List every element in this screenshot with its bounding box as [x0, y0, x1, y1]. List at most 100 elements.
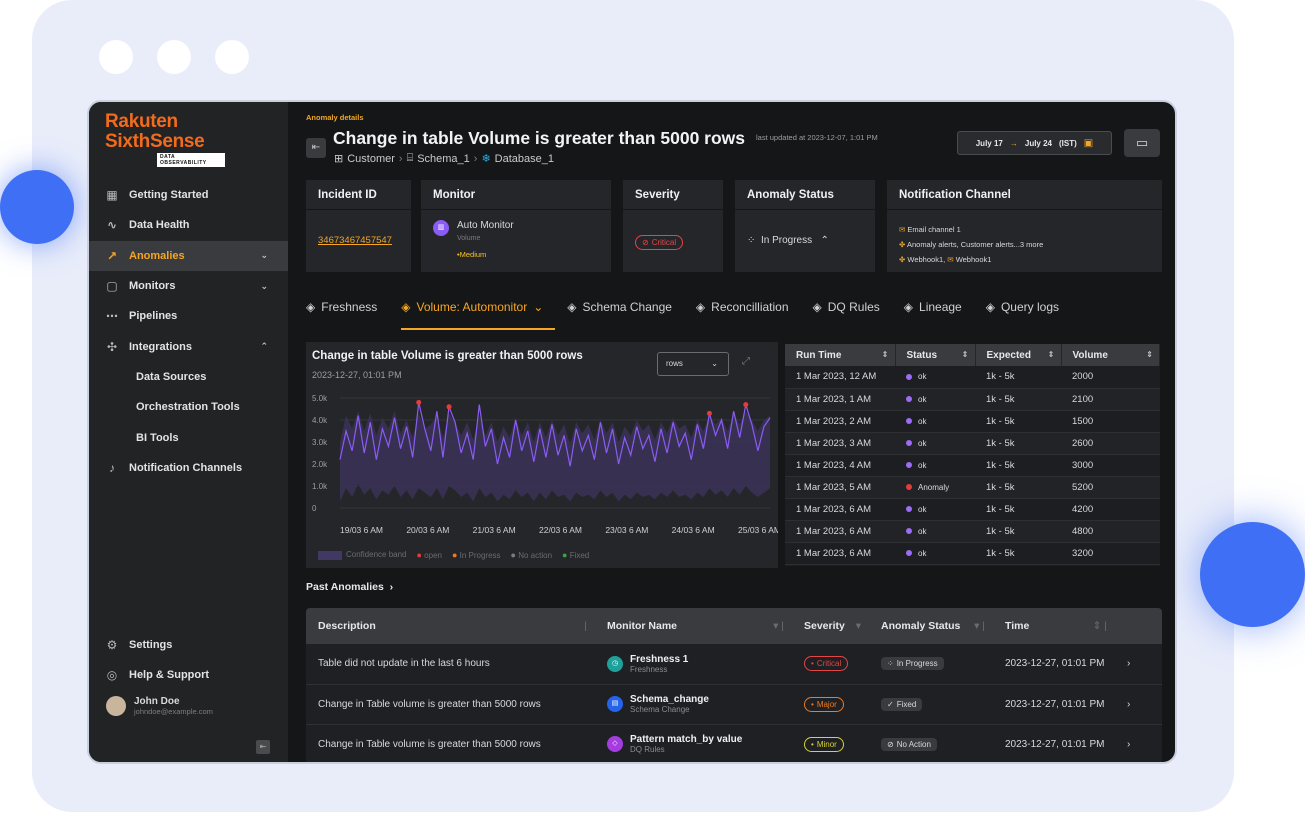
- col-description[interactable]: Description |: [306, 608, 595, 644]
- anomaly-point[interactable]: [706, 410, 712, 416]
- open-row-icon[interactable]: ›: [1115, 644, 1162, 685]
- breadcrumb-schema[interactable]: Schema_1: [417, 153, 470, 165]
- table-row[interactable]: 1 Mar 2023, 2 AM ok 1k - 5k 1500: [785, 410, 1160, 433]
- table-row[interactable]: Table did not update in the last 6 hours…: [306, 644, 1162, 685]
- run-status: ok: [895, 520, 975, 543]
- sidebar-item-label: Help & Support: [129, 669, 210, 682]
- table-row[interactable]: 1 Mar 2023, 6 AM ok 1k - 5k 3200: [785, 542, 1160, 565]
- sidebar-item-anomalies[interactable]: ↗ Anomalies ⌄: [89, 240, 288, 271]
- run-expected: 1k - 5k: [975, 476, 1061, 499]
- date-range-picker[interactable]: July 17 → July 24 (IST) ▣: [957, 131, 1112, 155]
- anomaly-time: 2023-12-27, 01:01 PM: [993, 644, 1115, 685]
- sidebar-item-data-health[interactable]: ∿ Data Health: [89, 210, 288, 240]
- col-run-time[interactable]: Run Time ⇕: [785, 344, 896, 366]
- anomaly-point[interactable]: [743, 402, 749, 408]
- col-status[interactable]: Status ⇕: [895, 344, 976, 366]
- breadcrumb-database[interactable]: Database_1: [495, 153, 554, 165]
- run-volume: 1500: [1061, 410, 1160, 433]
- tab-label: Schema Change: [582, 300, 672, 314]
- col-volume[interactable]: Volume ⇕: [1061, 344, 1160, 366]
- sidebar-item-orchestration-tools[interactable]: Orchestration Tools: [89, 392, 288, 422]
- sidebar-item-getting-started[interactable]: ▦ Getting Started: [89, 180, 288, 210]
- comment-button[interactable]: ▭: [1124, 129, 1160, 157]
- arrow-right-icon: →: [1009, 138, 1018, 148]
- anomaly-description: Table did not update in the last 6 hours: [306, 644, 595, 685]
- status-dot: [906, 439, 912, 446]
- chevron-down-icon[interactable]: ⌄: [260, 250, 268, 261]
- sidebar-item-bi-tools[interactable]: BI Tools: [89, 422, 288, 452]
- table-row[interactable]: 1 Mar 2023, 5 AM Anomaly 1k - 5k 5200: [785, 476, 1160, 499]
- expand-icon[interactable]: ⤢: [742, 356, 750, 367]
- col-expected[interactable]: Expected ⇕: [975, 344, 1062, 366]
- email-icon: ✉: [899, 225, 906, 234]
- runs-table: Run Time ⇕ Status ⇕ Expected ⇕ Volume ⇕ 1 Ma…: [785, 344, 1160, 566]
- legend-open: ● open: [416, 550, 442, 560]
- unit-select[interactable]: rows ⌄: [657, 352, 729, 376]
- tab-reconcilliation[interactable]: ◈ Reconcilliation: [696, 292, 801, 330]
- trend-icon: ↗: [106, 248, 118, 263]
- run-status: ok: [895, 388, 975, 411]
- status-text: ok: [918, 526, 927, 536]
- filter-icon: ▾: [855, 620, 861, 632]
- col-time[interactable]: Time ⇕ |: [993, 608, 1115, 644]
- filter-icon: ▾ |: [773, 620, 784, 632]
- table-row[interactable]: 1 Mar 2023, 1 AM ok 1k - 5k 2100: [785, 388, 1160, 411]
- table-row[interactable]: Change in Table volume is greater than 5…: [306, 724, 1162, 762]
- col-monitor-name[interactable]: Monitor Name ▾ |: [595, 608, 792, 644]
- last-updated: last updated at 2023-12-07, 1:01 PM: [756, 133, 878, 142]
- user-profile[interactable]: John Doe johndoe@example.com: [89, 691, 288, 721]
- open-row-icon[interactable]: ›: [1115, 684, 1162, 725]
- y-tick-label: 1.0k: [312, 482, 328, 491]
- run-expected: 1k - 5k: [975, 498, 1061, 521]
- table-row[interactable]: 1 Mar 2023, 12 AM ok 1k - 5k 2000: [785, 366, 1160, 389]
- sidebar-item-label: Anomalies: [129, 249, 185, 262]
- monitor-card: Monitor ▥ Auto Monitor Volume •Medium: [421, 180, 611, 272]
- col-severity[interactable]: Severity ▾: [792, 608, 869, 644]
- decor-blob-left: [0, 170, 74, 244]
- table-row[interactable]: 1 Mar 2023, 6 AM ok 1k - 5k 4800: [785, 520, 1160, 543]
- unit-select-value: rows: [666, 359, 683, 368]
- anomaly-point[interactable]: [446, 404, 452, 410]
- run-status: ok: [895, 432, 975, 455]
- breadcrumb-table[interactable]: Customer: [347, 153, 395, 165]
- notification-item[interactable]: Anomaly alerts, Customer alerts...3 more: [907, 240, 1043, 249]
- tab-volume[interactable]: ◈ Volume: Automonitor ⌄: [401, 292, 556, 330]
- run-time: 1 Mar 2023, 5 AM: [785, 476, 895, 499]
- sidebar-item-integrations[interactable]: ✣ Integrations ⌃: [89, 331, 288, 361]
- sidebar-item-data-sources[interactable]: Data Sources: [89, 362, 288, 392]
- main-content: Anomaly details ⇤ Change in table Volume…: [288, 102, 1175, 762]
- run-expected: 1k - 5k: [975, 454, 1061, 477]
- past-anomalies-link[interactable]: Past Anomalies ›: [306, 581, 393, 593]
- sidebar-item-settings[interactable]: ⚙ Settings: [89, 630, 288, 660]
- sidebar-item-label: BI Tools: [136, 431, 179, 444]
- tab-query-logs[interactable]: ◈ Query logs: [986, 292, 1071, 330]
- back-icon[interactable]: ⇤: [306, 138, 326, 158]
- chevron-down-icon[interactable]: ⌄: [260, 281, 268, 292]
- tab-label: DQ Rules: [827, 300, 880, 314]
- tab-dq-rules[interactable]: ◈ DQ Rules: [813, 292, 892, 330]
- table-row[interactable]: 1 Mar 2023, 4 AM ok 1k - 5k 3000: [785, 454, 1160, 477]
- anomaly-point[interactable]: [416, 399, 422, 405]
- run-time: 1 Mar 2023, 6 AM: [785, 542, 895, 565]
- tab-schema-change[interactable]: ◈ Schema Change: [567, 292, 684, 330]
- tab-lineage[interactable]: ◈ Lineage: [904, 292, 974, 330]
- sidebar-item-notification-channels[interactable]: ♪ Notification Channels: [89, 453, 288, 483]
- table-row[interactable]: Change in Table volume is greater than 5…: [306, 684, 1162, 725]
- table-row[interactable]: 1 Mar 2023, 6 AM ok 1k - 5k 4200: [785, 498, 1160, 521]
- open-row-icon[interactable]: ›: [1115, 724, 1162, 762]
- table-row[interactable]: 1 Mar 2023, 3 AM ok 1k - 5k 2600: [785, 432, 1160, 455]
- sidebar-item-pipelines[interactable]: ⋯ Pipelines: [89, 301, 288, 331]
- run-expected: 1k - 5k: [975, 520, 1061, 543]
- tab-freshness[interactable]: ◈ Freshness: [306, 292, 389, 330]
- status-dropdown[interactable]: ⁘ In Progress ⌃: [747, 235, 829, 246]
- legend-no-action: ● No action: [510, 550, 553, 560]
- collapse-sidebar-icon[interactable]: ⇤: [256, 740, 270, 754]
- col-anomaly-status[interactable]: Anomaly Status ▾ |: [869, 608, 993, 644]
- chevron-up-icon[interactable]: ⌃: [260, 341, 268, 352]
- x-tick-label: 21/03 6 AM: [473, 525, 516, 535]
- sidebar-item-help[interactable]: ◎ Help & Support: [89, 660, 288, 690]
- logo[interactable]: Rakuten SixthSense DATA OBSERVABILITY: [105, 112, 225, 167]
- sidebar-item-monitors[interactable]: ▢ Monitors ⌄: [89, 271, 288, 301]
- incident-id-link[interactable]: 34673467457547: [318, 235, 392, 246]
- logo-tag: DATA OBSERVABILITY: [157, 153, 225, 167]
